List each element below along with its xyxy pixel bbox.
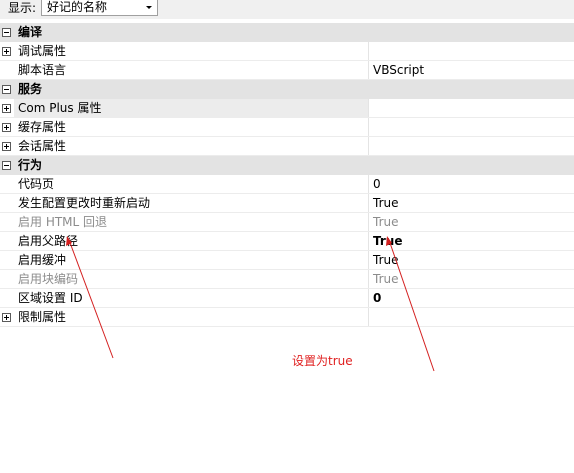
collapse-icon[interactable]	[2, 85, 11, 94]
toolbar: 显示: 好记的名称	[0, 0, 574, 19]
property-name: 发生配置更改时重新启动	[18, 196, 151, 210]
property-enable-buffering[interactable]: 启用缓冲 True	[0, 251, 574, 270]
property-name: 启用缓冲	[18, 253, 67, 267]
property-html-fallback[interactable]: 启用 HTML 回退 True	[0, 213, 574, 232]
property-debug[interactable]: 调试属性	[0, 42, 574, 61]
property-cache[interactable]: 缓存属性	[0, 118, 574, 137]
category-services[interactable]: 服务	[0, 80, 574, 99]
category-behavior[interactable]: 行为	[0, 156, 574, 175]
property-name: 启用块编码	[18, 272, 79, 286]
expand-icon[interactable]	[2, 142, 11, 151]
chevron-down-icon[interactable]	[146, 6, 152, 9]
property-name: 调试属性	[18, 44, 67, 58]
property-value: True	[368, 270, 574, 288]
property-grid: 编译 调试属性 脚本语言 VBScript 服务 Com Plus 属性 缓存属…	[0, 23, 574, 327]
property-name: 区域设置 ID	[18, 291, 83, 305]
property-session[interactable]: 会话属性	[0, 137, 574, 156]
collapse-icon[interactable]	[2, 161, 11, 170]
property-name: 缓存属性	[18, 120, 67, 134]
property-value[interactable]: True	[368, 232, 574, 250]
property-name: 启用父路径	[18, 234, 79, 248]
category-label: 服务	[18, 82, 43, 96]
property-value[interactable]	[368, 99, 574, 117]
expand-icon[interactable]	[2, 313, 11, 322]
property-restart-on-config-change[interactable]: 发生配置更改时重新启动 True	[0, 194, 574, 213]
property-enable-parent-paths[interactable]: 启用父路径 True	[0, 232, 574, 251]
expand-icon[interactable]	[2, 47, 11, 56]
annotation-label: 设置为true	[292, 354, 353, 368]
property-value: True	[368, 213, 574, 231]
property-codepage[interactable]: 代码页 0	[0, 175, 574, 194]
property-name: 脚本语言	[18, 63, 67, 77]
property-locale-id[interactable]: 区域设置 ID 0	[0, 289, 574, 308]
property-name: Com Plus 属性	[14, 99, 368, 117]
display-mode-value: 好记的名称	[47, 0, 108, 14]
display-mode-dropdown[interactable]: 好记的名称	[41, 0, 158, 16]
property-value[interactable]	[368, 308, 574, 326]
property-value[interactable]: True	[368, 194, 574, 212]
property-value[interactable]: 0	[368, 289, 574, 307]
category-label: 行为	[18, 158, 43, 172]
property-limits[interactable]: 限制属性	[0, 308, 574, 327]
category-label: 编译	[18, 25, 43, 39]
property-script-language[interactable]: 脚本语言 VBScript	[0, 61, 574, 80]
property-value[interactable]: 0	[368, 175, 574, 193]
property-value[interactable]	[368, 118, 574, 136]
property-value[interactable]	[368, 137, 574, 155]
display-label: 显示:	[8, 1, 37, 15]
expand-icon[interactable]	[2, 104, 11, 113]
property-name: 限制属性	[18, 310, 67, 324]
collapse-icon[interactable]	[2, 28, 11, 37]
expand-icon[interactable]	[2, 123, 11, 132]
property-name: 启用 HTML 回退	[18, 215, 108, 229]
property-name: 代码页	[18, 177, 55, 191]
property-chunked-encoding[interactable]: 启用块编码 True	[0, 270, 574, 289]
property-com-plus[interactable]: Com Plus 属性	[0, 99, 574, 118]
category-compile[interactable]: 编译	[0, 23, 574, 42]
property-value[interactable]: True	[368, 251, 574, 269]
property-value[interactable]	[368, 42, 574, 60]
property-value[interactable]: VBScript	[368, 61, 574, 79]
property-name: 会话属性	[18, 139, 67, 153]
